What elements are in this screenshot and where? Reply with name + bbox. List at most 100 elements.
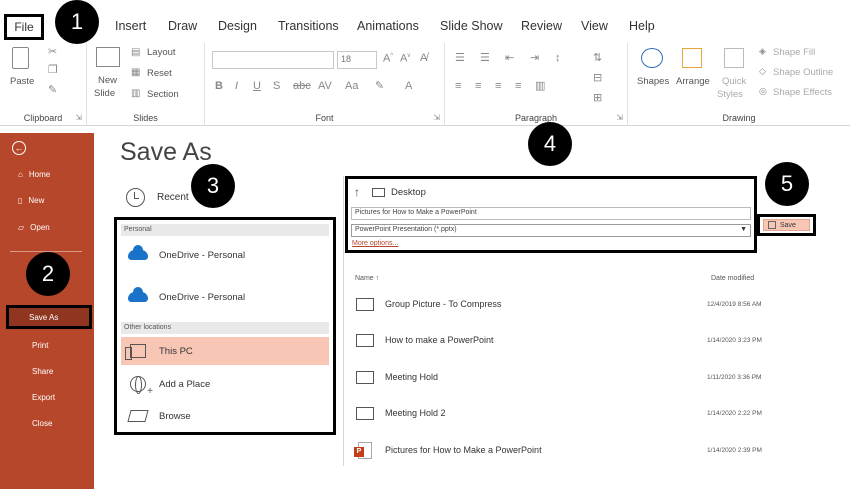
nav-home-label: Home (28, 170, 51, 179)
tab-draw[interactable]: Draw (168, 19, 197, 33)
nav-export[interactable]: Export (32, 393, 55, 402)
paragraph-launcher-icon[interactable]: ⇲ (616, 113, 623, 122)
up-folder-icon[interactable]: ↑ (354, 185, 360, 199)
font-launcher-icon[interactable]: ⇲ (433, 113, 440, 122)
decrease-indent-icon[interactable]: ⇤ (505, 53, 514, 64)
column-header-name[interactable]: Name ↑ (355, 275, 379, 282)
nav-new-label: New (28, 196, 45, 205)
columns-icon[interactable]: ▥ (535, 81, 545, 92)
current-folder-label[interactable]: Desktop (391, 187, 426, 198)
tab-view[interactable]: View (581, 19, 608, 33)
save-path-panel: ↑ Desktop Pictures for How to Make a Pow… (345, 176, 757, 253)
highlight-icon[interactable]: ✎ (375, 81, 384, 92)
drawing-group-label: Drawing (722, 113, 756, 123)
new-slide-button-line2[interactable]: Slide (94, 88, 115, 99)
shapes-button[interactable]: Shapes (637, 76, 669, 87)
filename-input[interactable]: Pictures for How to Make a PowerPoint (351, 207, 751, 220)
quick-styles-button-line1[interactable]: Quick (722, 76, 746, 87)
nav-close[interactable]: Close (32, 419, 52, 428)
clear-formatting-icon[interactable]: A̸ (420, 53, 427, 64)
nav-new[interactable]: ▯ New (18, 196, 44, 205)
location-onedrive-2[interactable]: OneDrive - Personal (121, 283, 329, 311)
chevron-down-icon[interactable]: ▼ (740, 226, 747, 233)
tab-review[interactable]: Review (521, 19, 562, 33)
layout-icon: ▤ (131, 47, 141, 58)
clock-icon (126, 188, 145, 207)
copy-icon[interactable]: ❐ (48, 65, 58, 76)
layout-button[interactable]: Layout (147, 47, 176, 58)
italic-icon[interactable]: I (235, 81, 238, 92)
tab-help[interactable]: Help (629, 19, 655, 33)
save-button[interactable]: Save (763, 219, 810, 231)
ribbon-tab-bar: File Insert Draw Design Transitions Anim… (0, 0, 850, 43)
font-size-field[interactable]: 18 (337, 51, 377, 69)
cut-icon[interactable]: ✂ (48, 47, 57, 58)
align-right-icon[interactable]: ≡ (495, 81, 501, 92)
new-slide-icon[interactable] (96, 47, 120, 67)
tab-design[interactable]: Design (218, 19, 257, 33)
nav-home[interactable]: ⌂ Home (18, 170, 50, 179)
align-left-icon[interactable]: ≡ (455, 81, 461, 92)
panel-divider (343, 176, 344, 466)
bold-icon[interactable]: B (215, 81, 223, 92)
recent-location[interactable]: Recent (126, 188, 189, 207)
filetype-select[interactable]: PowerPoint Presentation (*.pptx) ▼ (351, 224, 751, 237)
folder-icon (356, 297, 374, 311)
nav-share[interactable]: Share (32, 367, 53, 376)
strikethrough-icon[interactable]: abc (293, 81, 311, 92)
arrange-icon[interactable] (682, 48, 702, 68)
location-add-place[interactable]: Add a Place (121, 370, 329, 398)
shape-fill-button[interactable]: Shape Fill (773, 47, 815, 58)
align-text-icon[interactable]: ⊟ (593, 73, 602, 84)
increase-font-size-icon[interactable]: A^ (383, 53, 393, 65)
file-row[interactable]: How to make a PowerPoint 1/14/2020 3:23 … (352, 330, 782, 350)
location-browse[interactable]: Browse (121, 402, 329, 430)
quick-styles-button-line2[interactable]: Styles (717, 89, 743, 100)
shape-effects-button[interactable]: Shape Effects (773, 87, 832, 98)
text-direction-icon[interactable]: ⇅ (593, 53, 602, 64)
more-options-link[interactable]: More options... (352, 240, 398, 247)
shadow-icon[interactable]: S (273, 81, 280, 92)
file-row[interactable]: Meeting Hold 1/11/2020 3:36 PM (352, 367, 782, 387)
paste-button[interactable]: Paste (10, 76, 34, 87)
font-name-field[interactable] (212, 51, 334, 69)
font-color-icon[interactable]: A (405, 81, 412, 92)
paste-icon[interactable] (12, 47, 29, 69)
shape-outline-button[interactable]: Shape Outline (773, 67, 833, 78)
character-spacing-icon[interactable]: AV (318, 81, 332, 92)
decrease-font-size-icon[interactable]: Av (400, 53, 410, 65)
shapes-icon[interactable] (641, 48, 663, 68)
quick-styles-icon[interactable] (724, 48, 744, 68)
smartart-icon[interactable]: ⊞ (593, 93, 602, 104)
tab-insert[interactable]: Insert (115, 19, 146, 33)
underline-icon[interactable]: U (253, 81, 261, 92)
location-onedrive-1[interactable]: OneDrive - Personal (121, 241, 329, 269)
reset-button[interactable]: Reset (147, 68, 172, 79)
bullets-icon[interactable]: ☰ (455, 53, 465, 64)
format-painter-icon[interactable]: ✎ (48, 85, 57, 96)
file-row[interactable]: Pictures for How to Make a PowerPoint 1/… (352, 440, 782, 460)
location-this-pc[interactable]: This PC (121, 337, 329, 365)
justify-icon[interactable]: ≡ (515, 81, 521, 92)
section-button[interactable]: Section (147, 89, 179, 100)
change-case-icon[interactable]: Aa (345, 81, 358, 92)
pptx-file-icon (354, 441, 372, 459)
file-row[interactable]: Group Picture - To Compress 12/4/2019 8:… (352, 294, 782, 314)
column-header-date[interactable]: Date modified (711, 275, 754, 282)
align-center-icon[interactable]: ≡ (475, 81, 481, 92)
clipboard-launcher-icon[interactable]: ⇲ (75, 113, 82, 122)
line-spacing-icon[interactable]: ↕ (555, 53, 561, 64)
numbering-icon[interactable]: ☰ (480, 53, 490, 64)
arrange-button[interactable]: Arrange (676, 76, 710, 87)
new-slide-button-line1[interactable]: New (98, 75, 117, 86)
increase-indent-icon[interactable]: ⇥ (530, 53, 539, 64)
nav-open[interactable]: ▱ Open (18, 223, 50, 232)
tab-file[interactable]: File (4, 14, 44, 40)
tab-transitions[interactable]: Transitions (278, 19, 339, 33)
nav-save-as[interactable]: Save As (6, 305, 92, 329)
nav-print[interactable]: Print (32, 341, 48, 350)
file-row[interactable]: Meeting Hold 2 1/14/2020 2:22 PM (352, 403, 782, 423)
tab-slide-show[interactable]: Slide Show (440, 19, 503, 33)
tab-animations[interactable]: Animations (357, 19, 419, 33)
back-arrow-icon[interactable]: ← (12, 141, 26, 155)
